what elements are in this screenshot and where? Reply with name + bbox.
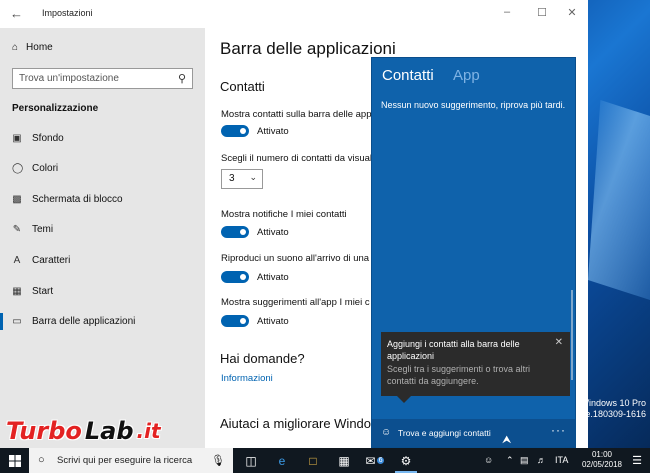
sidebar-section-title: Personalizzazione [12, 103, 99, 114]
show-contacts-state: Attivato [257, 126, 289, 137]
store-icon[interactable]: ▦ [329, 448, 359, 473]
sound-state: Attivato [257, 272, 289, 283]
sound-label: Riproduci un suono all'arrivo di una [221, 253, 370, 264]
logo-tld: .it [136, 419, 161, 443]
search-icon[interactable]: ⚲ [178, 72, 186, 85]
sidebar-item-label: Caratteri [32, 255, 71, 266]
taskbar-search-box[interactable]: ○ Scrivi qui per eseguire la ricerca 🎙 [29, 448, 233, 473]
notifications-state: Attivato [257, 227, 289, 238]
questions-title: Hai domande? [220, 351, 305, 366]
minimize-icon[interactable]: – [500, 6, 514, 18]
notifications-label: Mostra notifiche I miei contatti [221, 209, 347, 220]
mouse-cursor-icon: ⮝ [502, 434, 512, 446]
flyout-scrollbar[interactable] [571, 290, 573, 380]
font-icon: A [13, 255, 21, 266]
contacts-count-value: 3 [229, 173, 235, 184]
close-icon[interactable]: ✕ [565, 6, 579, 19]
sidebar-item-label: Start [32, 286, 54, 297]
suggestions-label: Mostra suggerimenti all'app I miei c [221, 297, 370, 308]
clock-time: 01:00 [591, 450, 612, 459]
cortana-icon: ○ [38, 454, 45, 466]
sidebar-home[interactable]: ⌂ Home [12, 42, 53, 53]
people-flyout: Contatti App Nessun nuovo suggerimento, … [371, 57, 576, 448]
add-contacts-tooltip: Aggiungi i contatti alla barra delle app… [381, 332, 570, 403]
chevron-down-icon: ⌄ [249, 172, 257, 182]
sidebar-item-barra-delle-applicazioni[interactable]: ▭ Barra delle applicazioni [0, 313, 202, 330]
mail-badge: 6 [376, 457, 385, 464]
window-title: Impostazioni [42, 8, 93, 18]
sidebar-item-label: Barra delle applicazioni [32, 316, 136, 327]
logo-lab: Lab [84, 417, 134, 445]
clock-date: 02/05/2018 [581, 460, 622, 469]
sidebar-item-sfondo[interactable]: ▣ Sfondo [12, 133, 202, 144]
tab-contatti[interactable]: Contatti [382, 67, 434, 84]
person-icon: ☺ [381, 427, 392, 438]
tab-app[interactable]: App [453, 67, 480, 84]
taskbar-search-placeholder: Scrivi qui per eseguire la ricerca [57, 455, 193, 466]
lock-screen-icon: ▩ [12, 194, 22, 205]
contacts-count-label: Scegli il numero di contatti da visual [221, 153, 373, 164]
find-contacts-bar[interactable]: ☺ Trova e aggiungi contatti ⮝ ··· [372, 419, 575, 447]
info-link[interactable]: Informazioni [221, 373, 273, 384]
sidebar-item-start[interactable]: ▦ Start [12, 286, 202, 297]
system-clock[interactable]: 01:00 02/05/2018 [582, 450, 622, 470]
picture-icon: ▣ [12, 133, 22, 144]
sidebar-item-label: Schermata di blocco [32, 194, 123, 205]
taskbar: ○ Scrivi qui per eseguire la ricerca 🎙 ◫… [0, 448, 650, 473]
improve-title: Aiutaci a migliorare Windows [220, 416, 387, 431]
sound-toggle[interactable] [221, 271, 249, 283]
suggestions-state: Attivato [257, 316, 289, 327]
contacts-section-title: Contatti [220, 79, 265, 94]
sidebar-item-colori[interactable]: ◯ Colori [12, 163, 202, 174]
more-options-icon[interactable]: ··· [551, 423, 566, 437]
language-indicator[interactable]: ITA [555, 455, 568, 465]
mail-icon[interactable]: ✉ 6 [360, 448, 390, 473]
brush-icon: ✎ [12, 224, 22, 235]
sidebar-item-temi[interactable]: ✎ Temi [12, 224, 202, 235]
edge-icon[interactable]: e [267, 448, 297, 473]
show-contacts-toggle[interactable] [221, 125, 249, 137]
home-icon: ⌂ [12, 42, 19, 53]
windows-wallpaper-logo [588, 100, 650, 300]
taskbar-icon: ▭ [12, 316, 22, 327]
title-bar: ← Impostazioni – ☐ ✕ [0, 0, 588, 28]
sidebar-item-caratteri[interactable]: A Caratteri [12, 255, 202, 266]
tooltip-body: Scegli tra i suggerimenti o trova altri … [387, 364, 531, 386]
close-icon[interactable]: ✕ [555, 337, 563, 348]
windows-icon [8, 454, 21, 467]
microphone-icon[interactable]: 🎙 [211, 454, 225, 467]
task-view-icon[interactable]: ◫ [236, 448, 266, 473]
turbolab-logo: Turbo Lab .it [6, 415, 161, 447]
people-icon[interactable]: ☺ [484, 455, 493, 465]
action-center-icon[interactable]: ☰ [632, 454, 642, 467]
sidebar-item-label: Temi [32, 224, 54, 235]
search-placeholder: Trova un'impostazione [19, 73, 119, 84]
sidebar: ⌂ Home Trova un'impostazione ⚲ Personali… [0, 28, 205, 448]
palette-icon: ◯ [12, 163, 24, 174]
file-explorer-icon[interactable]: □ [298, 448, 328, 473]
start-button[interactable] [0, 448, 29, 473]
start-icon: ▦ [12, 286, 22, 297]
contacts-count-dropdown[interactable]: 3 ⌄ [221, 169, 263, 189]
suggestions-toggle[interactable] [221, 315, 249, 327]
sidebar-item-label: Colori [32, 163, 59, 174]
notifications-toggle[interactable] [221, 226, 249, 238]
chevron-up-icon[interactable]: ⌃ [506, 455, 514, 466]
no-suggestions-message: Nessun nuovo suggerimento, riprova più t… [381, 100, 566, 110]
settings-search-input[interactable]: Trova un'impostazione ⚲ [12, 68, 193, 89]
arrow-left-icon[interactable]: ← [10, 6, 23, 21]
settings-app-icon[interactable]: ⚙ [391, 448, 421, 473]
sidebar-item-schermata-di-blocco[interactable]: ▩ Schermata di blocco [12, 194, 202, 205]
tooltip-title: Aggiungi i contatti alla barra delle app… [387, 339, 520, 361]
maximize-icon[interactable]: ☐ [535, 6, 549, 19]
volume-icon[interactable]: ♬ [537, 455, 546, 465]
sidebar-home-label: Home [26, 42, 53, 53]
logo-turbo: Turbo [6, 417, 82, 445]
network-icon[interactable]: ▤ [520, 455, 529, 466]
page-title: Barra delle applicazioni [220, 39, 396, 58]
find-contacts-label[interactable]: Trova e aggiungi contatti [398, 428, 491, 438]
show-contacts-label: Mostra contatti sulla barra delle app [221, 109, 372, 120]
sidebar-item-label: Sfondo [32, 133, 64, 144]
